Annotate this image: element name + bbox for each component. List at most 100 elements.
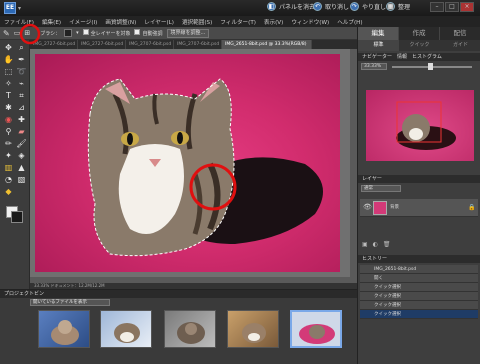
menu-view[interactable]: 表示(V) [264, 18, 283, 26]
sample-all-checkbox[interactable] [82, 29, 89, 35]
subtab-guided[interactable]: ガイド [440, 40, 480, 51]
straighten-tool-icon[interactable]: ⊿ [16, 103, 27, 113]
doc-tab-active[interactable]: IMG_2651-8bit.psd @ 33.3%(RGB/8) [222, 40, 312, 49]
minimize-button[interactable]: – [430, 2, 444, 12]
mode-tab-share[interactable]: 配信 [440, 27, 480, 40]
layers-header[interactable]: レイヤー [358, 175, 480, 183]
menu-edit[interactable]: 編集(E) [42, 18, 61, 26]
doc-tab[interactable]: IMG_2707-6bit.psd [126, 40, 174, 49]
sponge-tool-icon[interactable]: ▧ [16, 175, 27, 185]
subtab-quick[interactable]: クイック [399, 40, 440, 51]
app-menu-chevron-icon[interactable]: ▾ [18, 5, 21, 12]
refine-edge-button[interactable]: 境界線を調整... [166, 28, 210, 38]
menu-image[interactable]: イメージ(I) [69, 18, 97, 26]
undo-button[interactable]: ↶ 取り消し [313, 2, 349, 11]
menu-select[interactable]: 選択範囲(S) [182, 18, 212, 26]
close-button[interactable]: × [460, 2, 474, 12]
partial-match-button[interactable]: ◧ パネルを消去 [267, 2, 315, 11]
crop-tool-icon[interactable]: ⌗ [16, 91, 27, 101]
auto-enhance-label: 自動強調 [142, 31, 163, 37]
history-label: クイック選択 [374, 285, 401, 290]
doc-tab[interactable]: IMG_2727-6bit.psd [78, 40, 126, 49]
blur-tool-icon[interactable]: ◔ [3, 175, 14, 185]
right-panel: 編集 作成 配信 標準 クイック ガイド ナビゲーター 情報 ヒストグラム 33… [357, 27, 480, 364]
redo-button[interactable]: ↷ やり直し [350, 2, 386, 11]
thumbnail-selected[interactable] [290, 310, 342, 348]
history-label: クイック選択 [374, 312, 401, 317]
history-item[interactable]: 開く [360, 274, 478, 283]
subtab-full[interactable]: 標準 [358, 40, 399, 51]
eraser-tool-icon[interactable]: ▰ [16, 127, 27, 137]
thumbnail[interactable] [38, 310, 90, 348]
menu-window[interactable]: ウィンドウ(W) [291, 18, 329, 26]
mode-tab-create[interactable]: 作成 [399, 27, 440, 40]
organizer-button[interactable]: ▦ 整理 [386, 2, 410, 11]
adjustment-layer-icon[interactable]: ◐ [373, 241, 383, 248]
menu-help[interactable]: ヘルプ(H) [337, 18, 362, 26]
delete-layer-icon[interactable]: 🗑 [383, 241, 396, 248]
window-controls: – □ × [430, 2, 474, 12]
document-tabs: IMG_2727-6bit.psd IMG_2727-6bit.psd IMG_… [30, 40, 357, 49]
pencil-tool-icon[interactable]: ✏ [3, 139, 14, 149]
thumbnail[interactable] [227, 310, 279, 348]
history-item[interactable]: クイック選択 [360, 301, 478, 310]
navigator-preview[interactable] [366, 90, 474, 161]
cat-photo[interactable] [35, 54, 340, 272]
lasso-tool-icon[interactable]: ➰ [16, 67, 27, 77]
app-logo-icon: EE [4, 2, 16, 14]
canvas-area[interactable] [30, 49, 350, 277]
cookie-cutter-tool-icon[interactable]: ✱ [3, 103, 14, 113]
marquee-tool-icon[interactable]: ⬚ [3, 67, 14, 77]
move-tool-icon[interactable]: ✥ [3, 43, 14, 53]
redo-label: やり直し [362, 4, 387, 11]
hand-tool-icon[interactable]: ✋ [3, 55, 14, 65]
clone-stamp-tool-icon[interactable]: ⚲ [3, 127, 14, 137]
zoom-slider-handle[interactable] [428, 63, 433, 70]
doc-tab[interactable]: IMG_2707-6bit.psd [174, 40, 222, 49]
tool-preset-icon[interactable]: ✎ [3, 29, 10, 38]
smart-brush-tool-icon[interactable]: ✦ [3, 151, 14, 161]
layer-toolbar: ▣◐🗑 [362, 241, 396, 248]
brush-tool-icon[interactable]: 🖌 [16, 139, 27, 149]
panel-icon: ◧ [267, 2, 276, 11]
zoom-field[interactable]: 33.33% [361, 63, 387, 70]
thumbnail[interactable] [164, 310, 216, 348]
auto-enhance-option[interactable]: 自動強調 [134, 29, 163, 37]
brush-dropdown-chevron-icon[interactable]: ▾ [76, 30, 79, 36]
sample-all-layers-option[interactable]: 全レイヤーを対象 [82, 29, 130, 37]
magic-wand-tool-icon[interactable]: ✧ [3, 79, 14, 89]
history-header[interactable]: ヒストリー [358, 255, 480, 263]
mode-tab-edit[interactable]: 編集 [358, 27, 399, 40]
maximize-button[interactable]: □ [445, 2, 459, 12]
history-item[interactable]: クイック選択 [360, 292, 478, 301]
history-label: クイック選択 [374, 303, 401, 308]
red-eye-tool-icon[interactable]: ◉ [3, 115, 14, 125]
vertical-scrollbar[interactable] [350, 49, 357, 277]
undo-icon: ↶ [313, 2, 322, 11]
type-tool-icon[interactable]: T [3, 91, 14, 101]
menu-enhance[interactable]: 画質調整(N) [105, 18, 136, 26]
navigator-header[interactable]: ナビゲーター 情報 ヒストグラム [358, 53, 480, 61]
paint-bucket-tool-icon[interactable]: ◈ [16, 151, 27, 161]
organizer-icon: ▦ [386, 2, 395, 11]
mode-tabs: 編集 作成 配信 [358, 27, 480, 40]
auto-enhance-checkbox[interactable] [134, 29, 141, 35]
history-item[interactable]: IMG_2651-8bit.psd [360, 265, 478, 274]
menu-layer[interactable]: レイヤー(L) [144, 18, 174, 26]
healing-brush-tool-icon[interactable]: ✚ [16, 115, 27, 125]
shape-tool-icon[interactable]: ▲ [16, 163, 27, 173]
custom-shape-tool-icon[interactable]: ◆ [3, 187, 14, 197]
blend-mode-select[interactable]: 通常 [361, 185, 401, 192]
background-color-swatch[interactable] [11, 211, 23, 223]
menu-filter[interactable]: フィルター(T) [220, 18, 256, 26]
history-item-selected[interactable]: クイック選択 [360, 310, 478, 319]
gradient-tool-icon[interactable]: ▥ [3, 163, 14, 173]
eyedropper-tool-icon[interactable]: ✒ [16, 55, 27, 65]
project-bin-select[interactable]: 開いているファイルを表示 [30, 299, 110, 306]
new-layer-icon[interactable]: ▣ [362, 241, 373, 248]
thumbnail[interactable] [100, 310, 152, 348]
quick-selection-tool-icon[interactable]: ⌁ [16, 79, 27, 89]
history-item[interactable]: クイック選択 [360, 283, 478, 292]
visibility-eye-icon[interactable]: 👁 [363, 203, 372, 211]
brush-picker[interactable] [64, 29, 73, 37]
